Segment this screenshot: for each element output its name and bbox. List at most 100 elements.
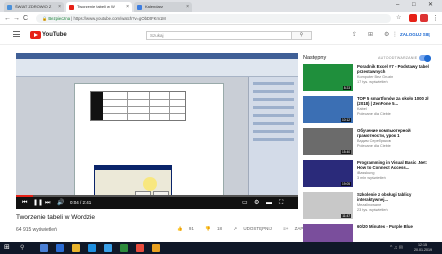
url-bar[interactable]: 🔒 Bezpieczna | https://www.youtube.com/w… (36, 14, 391, 23)
task-view-icon[interactable] (40, 244, 48, 252)
video-title: Tworzenie tabeli w Wordzie (16, 214, 95, 221)
theater-mode-icon[interactable]: ▬ (266, 199, 272, 207)
browser-tab-active[interactable]: Tworzenie tabeli w W × (66, 2, 132, 12)
video-duration: 15:40 (341, 150, 351, 154)
video-frame[interactable] (16, 53, 298, 201)
recommended-video[interactable]: 10:12 TOP 5 smartfonów za około 1000 zł (… (303, 96, 433, 125)
thumbs-up-icon: 👍 (177, 226, 183, 231)
back-button[interactable]: ← (4, 13, 11, 24)
recommended-video-title[interactable]: Poradnik Excel #7 - Podstawy tabel przes… (357, 64, 435, 74)
up-next-label: Następny (303, 55, 327, 61)
autoplay-label: AUTOODTWARZANIE (378, 56, 418, 60)
video-meta: 3 mln wyświetleń (357, 176, 386, 180)
minimize-window-icon[interactable]: – (396, 0, 399, 11)
next-video-icon[interactable]: ⏭ (45, 199, 50, 207)
excel-app-icon[interactable] (120, 244, 128, 252)
like-button[interactable]: 👍 91 (177, 226, 199, 231)
recommended-video-title[interactable]: Szkolenie z obsługi tablicy interaktywne… (357, 192, 435, 202)
recommended-video[interactable]: 15:40 Обучение компьютерной грамотности, … (303, 128, 433, 157)
video-duration: 11:47 (341, 214, 351, 218)
share-icon: ↗ (233, 226, 238, 231)
share-button[interactable]: ↗ UDOSTĘPNIJ (233, 226, 277, 231)
edge-browser-icon[interactable] (88, 244, 96, 252)
youtube-logo[interactable]: YouTube (30, 31, 67, 39)
star-bookmark-icon[interactable]: ☆ (396, 13, 401, 24)
app-icon[interactable] (152, 244, 160, 252)
close-tab-icon[interactable]: × (186, 2, 189, 12)
word-table (90, 91, 186, 121)
video-meta: Polecane dla Ciebie (357, 144, 391, 148)
sign-in-button[interactable]: ZALOGUJ SIĘ (400, 31, 430, 39)
browser-tab[interactable]: Kalendarz × (134, 2, 192, 12)
recommended-video[interactable]: 8:23 Poradnik Excel #7 - Podstawy tabel p… (303, 64, 433, 93)
url-text: https://www.youtube.com/watch?v=gObDtFKm… (73, 16, 166, 21)
recommended-video-title[interactable]: Обучение компьютерной грамотности, урок … (357, 128, 435, 138)
recommended-video-title[interactable]: Programming in Visual Basic .Net: How to… (357, 160, 435, 170)
channel-name[interactable]: iBasskung (357, 171, 375, 175)
menu-icon[interactable] (13, 31, 20, 38)
video-meta: Polecane dla Ciebie (357, 112, 391, 116)
word-ribbon (16, 53, 298, 77)
windows-start-icon[interactable]: ⊞ (4, 244, 12, 252)
forward-button[interactable]: → (13, 13, 20, 24)
recommended-video[interactable]: 11:47 Szkolenie z obsługi tablicy interak… (303, 192, 433, 221)
cursor-highlight (143, 177, 157, 191)
youtube-favicon-icon (69, 4, 74, 10)
more-icon[interactable]: ⋮ (392, 31, 398, 39)
recommended-video[interactable]: 19:05 Programming in Visual Basic .Net: H… (303, 160, 433, 189)
video-meta: 17 tys. wyświetleń (357, 80, 388, 84)
channel-name[interactable]: Komputer Bez Gruzin (357, 75, 393, 79)
browser-tab[interactable]: ŚWIAT ZDROWIO Z × (4, 2, 64, 12)
volume-icon[interactable]: 🔊 (57, 199, 64, 207)
store-icon[interactable] (104, 244, 112, 252)
video-meta: 23 tys. wyświetleń (357, 208, 388, 212)
address-toolbar: ← → C 🔒 Bezpieczna | https://www.youtube… (0, 12, 442, 25)
browser-tab-strip: ŚWIAT ZDROWIO Z × Tworzenie tabeli w W ×… (0, 0, 442, 12)
file-explorer-icon[interactable] (72, 244, 80, 252)
channel-name[interactable]: Kabel (357, 107, 367, 111)
youtube-play-icon (30, 31, 41, 39)
video-player[interactable]: ⏮ ❚❚ ⏭ 🔊 0:04 / 2:41 ▭ ⚙ ▬ ⛶ (16, 53, 298, 209)
search-button[interactable]: ⚲ (292, 31, 312, 40)
video-duration: 10:12 (341, 118, 351, 122)
search-icon: ⚲ (299, 32, 304, 38)
apps-grid-icon[interactable]: ⊞ (368, 31, 373, 39)
upload-icon[interactable]: ⇪ (352, 31, 357, 39)
youtube-header: YouTube Szukaj ⚲ ⇪ ⊞ ⚙ ⋮ ZALOGUJ SIĘ (0, 26, 442, 45)
dislike-button[interactable]: 👎 18 (205, 226, 227, 231)
play-pause-icon[interactable]: ❚❚ (33, 199, 43, 207)
player-controls: ⏮ ❚❚ ⏭ 🔊 0:04 / 2:41 ▭ ⚙ ▬ ⛶ (16, 197, 298, 209)
video-duration: 19:05 (341, 182, 351, 186)
windows-taskbar: ⊞ ⚲ ^ ♫ ✉ 12:15 20.01.2019 (0, 242, 442, 254)
extension-icon[interactable] (409, 14, 417, 22)
close-tab-icon[interactable]: × (126, 2, 129, 12)
word-app-icon[interactable] (56, 244, 64, 252)
view-count: 64 915 wyświetleń (16, 227, 57, 233)
recommended-video-title[interactable]: TOP 5 smartfonów za około 1000 zł (2018)… (357, 96, 435, 106)
fullscreen-icon[interactable]: ⛶ (279, 199, 283, 207)
channel-name[interactable]: Вадим Серебряков (357, 139, 391, 143)
secure-label: Bezpieczna (48, 16, 71, 21)
browser-menu-icon[interactable]: ⋮ (432, 13, 439, 24)
extension-icon[interactable] (420, 14, 428, 22)
close-window-icon[interactable]: ✕ (428, 0, 433, 11)
system-tray-icon[interactable]: ^ ♫ ✉ (390, 242, 403, 254)
settings-icon[interactable]: ⚙ (384, 31, 389, 39)
autoplay-toggle[interactable] (419, 54, 431, 62)
tab-label: ŚWIAT ZDROWIO Z (15, 4, 52, 9)
search-icon[interactable]: ⚲ (20, 244, 28, 252)
tab-label: Kalendarz (145, 4, 164, 9)
tab-label: Tworzenie tabeli w W (77, 4, 115, 9)
channel-name[interactable]: Mezalinowane (357, 203, 381, 207)
close-tab-icon[interactable]: × (58, 2, 61, 12)
captions-icon[interactable]: ▭ (242, 199, 248, 207)
skip-back-icon[interactable]: ⏮ (22, 199, 27, 207)
chrome-browser-icon[interactable] (136, 244, 144, 252)
reload-button[interactable]: C (23, 13, 28, 24)
search-input[interactable]: Szukaj (146, 31, 292, 40)
video-duration: 8:23 (342, 86, 351, 90)
recommended-video-title[interactable]: 60/20 Minutes - Purple Blue (357, 224, 435, 229)
calendar-favicon-icon (137, 4, 142, 10)
settings-gear-icon[interactable]: ⚙ (254, 199, 259, 207)
maximize-window-icon[interactable]: □ (412, 0, 416, 11)
